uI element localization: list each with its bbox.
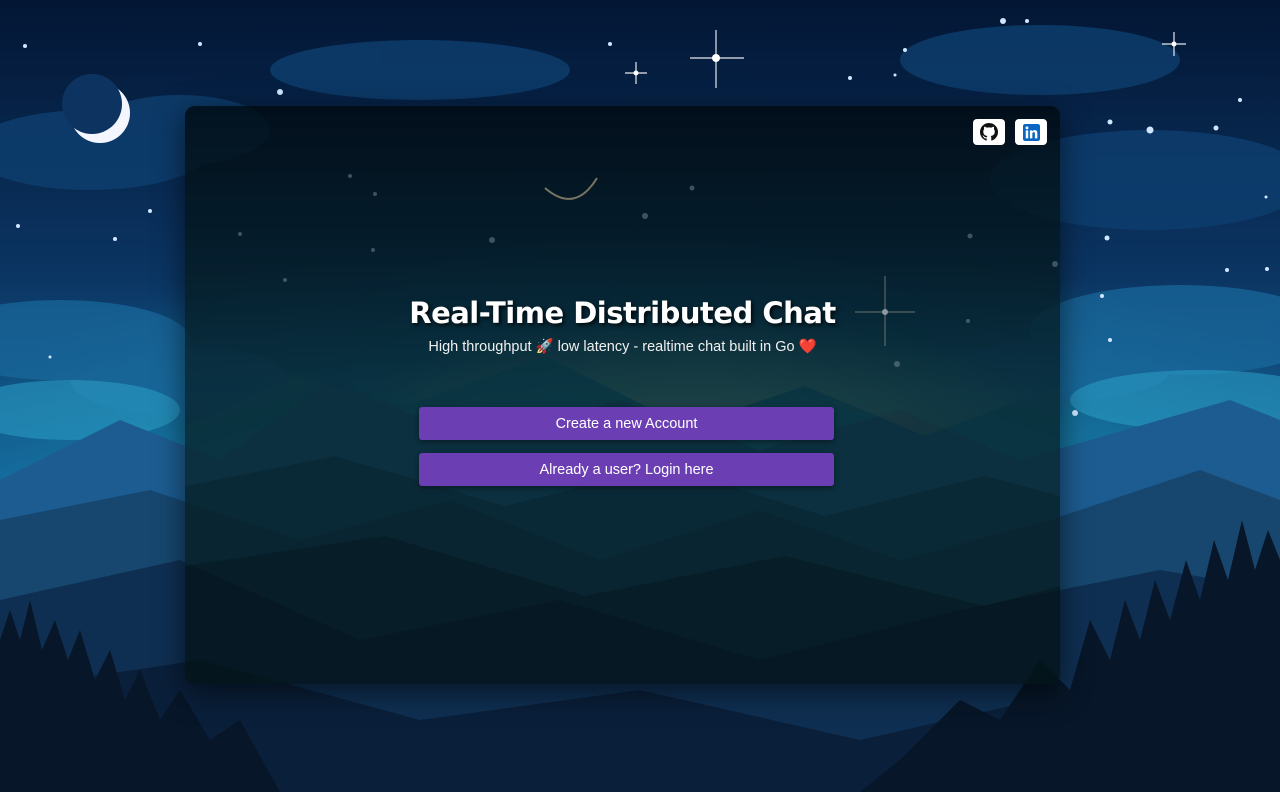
- github-link[interactable]: [973, 119, 1005, 145]
- login-button[interactable]: Already a user? Login here: [419, 453, 834, 486]
- heart-icon: ❤️: [798, 339, 817, 355]
- welcome-card: Real-Time Distributed Chat High throughp…: [185, 106, 1060, 684]
- linkedin-link[interactable]: [1015, 119, 1047, 145]
- card-background-art: [185, 106, 1060, 684]
- page-title: Real-Time Distributed Chat: [409, 296, 836, 330]
- subtitle-text-throughput: High throughput: [428, 338, 532, 355]
- page-subtitle: High throughput 🚀 low latency - realtime…: [185, 338, 1060, 356]
- rocket-icon: 🚀: [535, 339, 554, 355]
- linkedin-icon: [1022, 123, 1040, 141]
- subtitle-text-latency: low latency - realtime chat built in Go: [557, 338, 795, 355]
- github-icon: [980, 123, 998, 141]
- create-account-button[interactable]: Create a new Account: [419, 407, 834, 440]
